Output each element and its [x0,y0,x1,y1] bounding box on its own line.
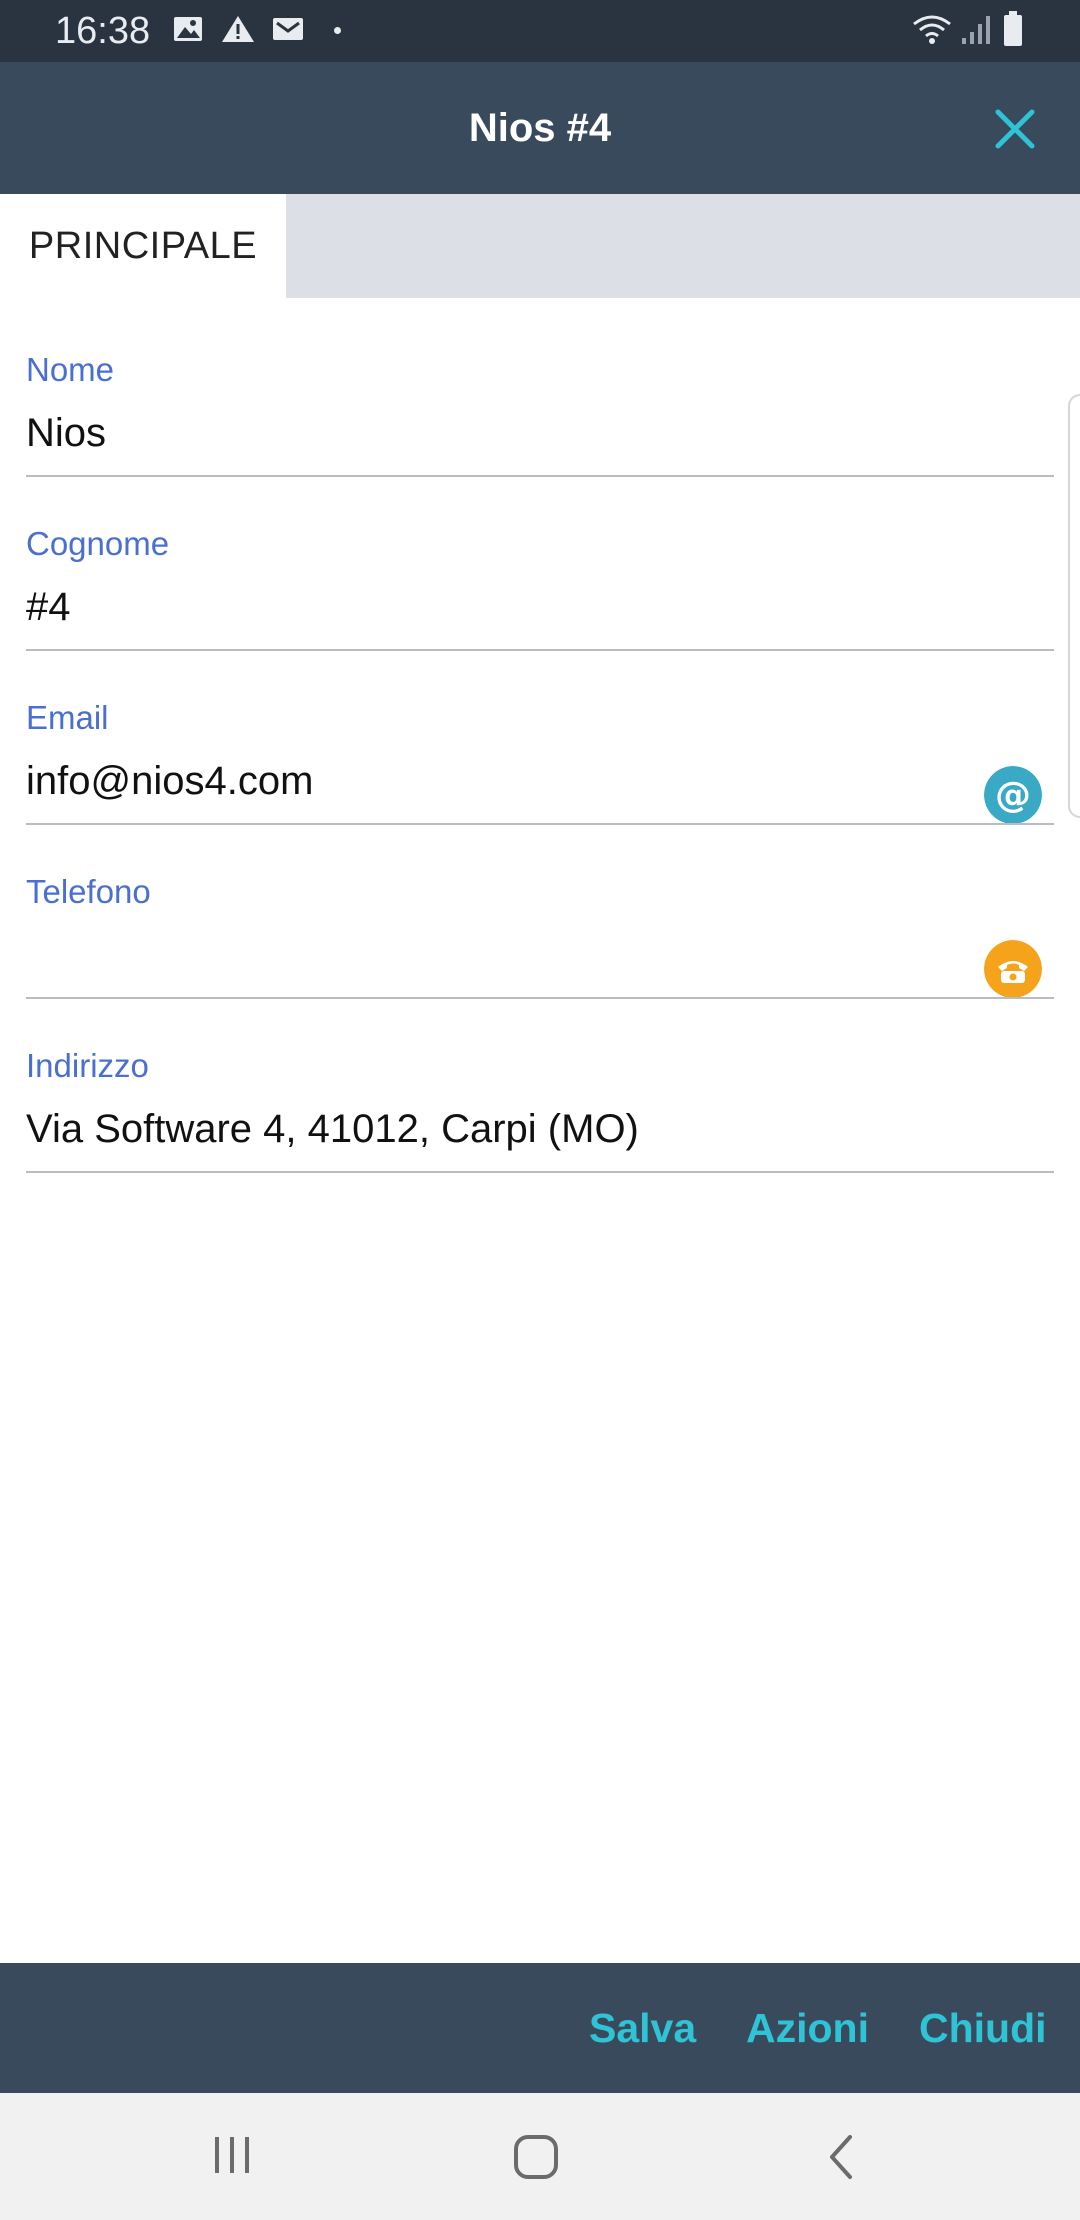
mail-icon [273,18,303,40]
actions-button[interactable]: Azioni [746,1963,869,2093]
back-icon[interactable] [820,2133,864,2181]
field-underline [26,823,1054,825]
close-icon[interactable] [990,104,1040,154]
email-value[interactable]: info@nios4.com [26,756,313,806]
indirizzo-label: Indirizzo [26,1047,149,1084]
bottom-action-bar: Salva Azioni Chiudi [0,1963,1080,2093]
wifi-icon [913,15,951,44]
warning-icon [222,16,254,42]
status-time: 16:38 [55,10,151,52]
cognome-label: Cognome [26,525,170,562]
recent-apps-icon[interactable] [210,2133,254,2177]
telefono-label: Telefono [26,873,151,910]
notification-dot [334,27,341,34]
page-title: Nios #4 [468,106,612,150]
image-icon [174,17,202,41]
tab-principale[interactable]: PRINCIPALE [0,194,286,298]
field-underline [26,1171,1054,1173]
nome-value[interactable]: Nios [26,408,106,458]
close-button[interactable]: Chiudi [919,1963,1047,2093]
indirizzo-value[interactable]: Via Software 4, 41012, Carpi (MO) [26,1104,639,1154]
email-label: Email [26,699,109,736]
tab-bar: PRINCIPALE [0,194,1080,298]
at-icon[interactable]: @ [984,766,1042,824]
field-underline [26,997,1054,999]
status-bar: 16:38 [0,0,1080,62]
nome-label: Nome [26,351,115,388]
field-underline [26,475,1054,477]
cognome-value[interactable]: #4 [26,582,71,632]
home-icon[interactable] [512,2133,560,2181]
field-underline [26,649,1054,651]
phone-icon[interactable] [984,940,1042,998]
side-panel-handle[interactable] [1068,394,1080,818]
svg-text:@: @ [995,775,1031,816]
app-header: Nios #4 [0,62,1080,194]
save-button[interactable]: Salva [589,1963,696,2093]
signal-icon [962,16,990,44]
system-nav-bar [0,2093,1080,2220]
battery-icon [1004,11,1022,46]
